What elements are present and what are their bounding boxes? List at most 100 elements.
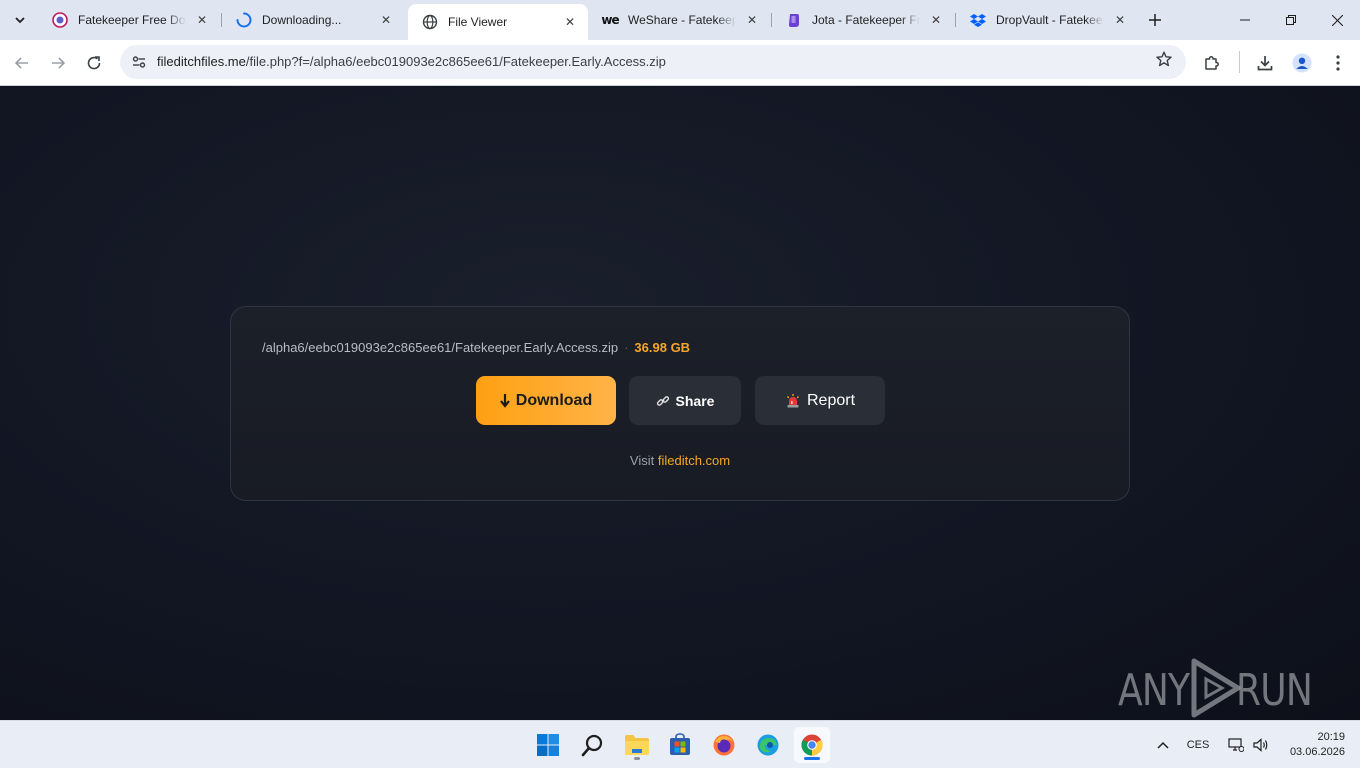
edge-button[interactable] (750, 727, 786, 763)
weshare-logo-icon: we (601, 13, 619, 27)
running-indicator (634, 757, 640, 760)
profile-button[interactable] (1288, 49, 1316, 77)
watermark-text-right: RUN (1236, 665, 1313, 716)
restore-button[interactable] (1268, 0, 1314, 40)
jota-logo-icon (786, 12, 802, 28)
tab-title: Jota - Fatekeeper Free (812, 13, 920, 27)
arrow-right-icon (52, 57, 66, 69)
reload-icon (87, 56, 101, 70)
avatar-icon (1292, 53, 1312, 73)
share-button[interactable]: Share (629, 376, 741, 425)
globe-icon (422, 14, 438, 30)
tab-title: Downloading... (262, 13, 342, 27)
close-icon[interactable]: ✕ (928, 12, 944, 28)
file-explorer-button[interactable] (619, 727, 655, 763)
address-bar[interactable]: fileditchfiles.me/file.php?f=/alpha6/eeb… (120, 45, 1186, 79)
restore-icon (1286, 15, 1296, 25)
tab-strip: Fatekeeper Free Download ✕ Downloading..… (0, 0, 1360, 40)
toolbar-divider (1239, 51, 1240, 73)
share-button-label: Share (675, 392, 715, 409)
search-icon (581, 734, 603, 757)
network-tray-button[interactable] (1224, 721, 1248, 768)
close-window-button[interactable] (1314, 0, 1360, 40)
firefox-button[interactable] (706, 727, 742, 763)
download-arrow-icon (499, 393, 510, 408)
download-icon (1257, 56, 1273, 71)
close-icon[interactable]: ✕ (744, 12, 760, 28)
language-indicator[interactable]: CES (1180, 721, 1216, 768)
chrome-button[interactable] (794, 727, 830, 763)
edge-icon (757, 734, 779, 756)
forward-button[interactable] (44, 49, 72, 77)
minimize-button[interactable] (1222, 0, 1268, 40)
tab-title: DropVault - Fatekeeper (996, 13, 1104, 27)
address-url[interactable]: fileditchfiles.me/file.php?f=/alpha6/eeb… (157, 54, 666, 69)
new-tab-button[interactable] (1143, 8, 1167, 32)
browser-toolbar: fileditchfiles.me/file.php?f=/alpha6/eeb… (0, 40, 1360, 86)
chevron-up-icon (1157, 741, 1169, 749)
arrow-left-icon (14, 57, 28, 69)
puzzle-icon (1205, 56, 1219, 70)
close-icon[interactable]: ✕ (1112, 12, 1128, 28)
tab-weshare[interactable]: we WeShare - Fatekeeper ✕ (588, 0, 770, 40)
active-indicator (804, 757, 820, 760)
close-icon[interactable]: ✕ (194, 12, 210, 28)
tab-fatekeeper-free-download[interactable]: Fatekeeper Free Download ✕ (38, 0, 220, 40)
network-icon (1228, 738, 1244, 752)
url-path: /file.php?f=/alpha6/eebc019093e2c865ee61… (245, 54, 666, 69)
tab-jota[interactable]: Jota - Fatekeeper Free ✕ (772, 0, 954, 40)
clock-date: 03.06.2026 (1289, 746, 1345, 758)
tab-search-button[interactable] (8, 8, 32, 32)
reload-button[interactable] (80, 49, 108, 77)
rg-logo-icon (52, 12, 68, 28)
anyrun-watermark: ANY RUN (1118, 657, 1318, 720)
close-icon[interactable]: ✕ (378, 12, 394, 28)
download-button-label: Download (515, 391, 593, 409)
download-button[interactable]: Download (476, 376, 616, 425)
clock-time: 20:19 (1317, 731, 1345, 743)
separator-dot: · (624, 340, 629, 355)
back-button[interactable] (8, 49, 36, 77)
tab-file-viewer[interactable]: File Viewer ✕ (408, 4, 588, 40)
dropbox-logo-icon (970, 12, 986, 28)
page-content: /alpha6/eebc019093e2c865ee61/Fatekeeper.… (0, 87, 1360, 720)
loading-spinner-icon (236, 12, 252, 28)
tab-dropvault[interactable]: DropVault - Fatekeeper ✕ (956, 0, 1138, 40)
tray-clock[interactable]: 20:19 03.06.2026 (1275, 730, 1345, 760)
folder-icon (625, 735, 649, 755)
extensions-button[interactable] (1198, 49, 1226, 77)
visit-prefix: Visit (629, 453, 655, 468)
visit-link[interactable]: fileditch.com (658, 453, 730, 468)
file-path: /alpha6/eebc019093e2c865ee61/Fatekeeper.… (262, 340, 619, 355)
siren-icon (787, 393, 799, 407)
more-vertical-icon (1336, 55, 1340, 71)
firefox-icon (713, 734, 735, 756)
plus-icon (1149, 14, 1161, 26)
volume-tray-button[interactable] (1250, 721, 1272, 768)
taskbar: CES 20:19 03.06.2026 (0, 720, 1360, 768)
chrome-icon (801, 734, 823, 756)
search-button[interactable] (575, 727, 611, 763)
tab-title: Fatekeeper Free Download (78, 13, 186, 27)
menu-button[interactable] (1324, 49, 1352, 77)
downloads-button[interactable] (1251, 49, 1279, 77)
close-icon (1331, 14, 1343, 26)
tab-title: File Viewer (448, 15, 508, 29)
tab-downloading[interactable]: Downloading... ✕ (222, 0, 404, 40)
close-icon[interactable]: ✕ (562, 14, 578, 30)
site-info-icon[interactable] (128, 51, 150, 73)
chevron-down-icon (15, 17, 25, 24)
store-icon (670, 733, 690, 755)
url-host: fileditchfiles.me (157, 54, 246, 69)
store-button[interactable] (662, 727, 698, 763)
start-button[interactable] (530, 727, 566, 763)
file-size: 36.98 GB (634, 340, 691, 355)
file-card: /alpha6/eebc019093e2c865ee61/Fatekeeper.… (230, 306, 1130, 501)
minimize-icon (1240, 19, 1250, 21)
report-button[interactable]: Report (755, 376, 885, 425)
tray-overflow-button[interactable] (1152, 721, 1174, 768)
link-icon (656, 395, 669, 406)
visit-line: Visit fileditch.com (231, 453, 1129, 468)
bookmark-star-icon[interactable] (1156, 51, 1172, 72)
report-button-label: Report (806, 391, 856, 409)
